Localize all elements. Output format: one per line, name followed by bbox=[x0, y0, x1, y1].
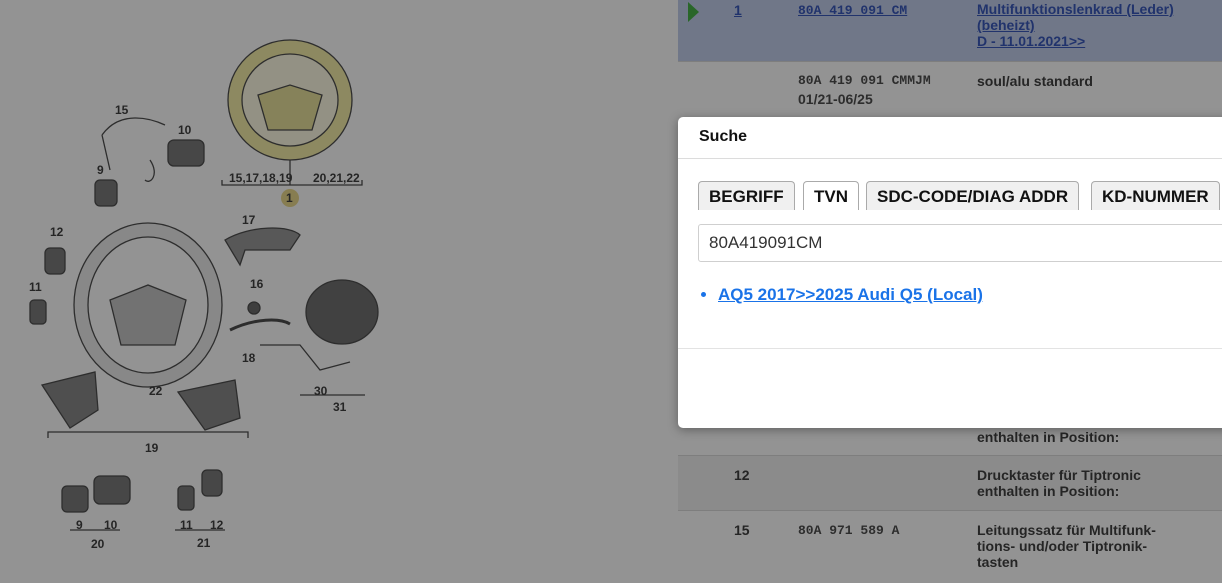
tab-begriff[interactable]: BEGRIFF bbox=[698, 181, 795, 210]
result-link[interactable]: AQ5 2017>>2025 Audi Q5 (Local) bbox=[718, 285, 983, 304]
tab-tvn[interactable]: TVN bbox=[803, 181, 859, 210]
divider bbox=[678, 348, 1222, 349]
tab-sdc-code-diag-addr[interactable]: SDC-CODE/DIAG ADDR bbox=[866, 181, 1080, 210]
list-item: AQ5 2017>>2025 Audi Q5 (Local) bbox=[718, 285, 983, 305]
search-input[interactable] bbox=[698, 224, 1222, 262]
result-list: AQ5 2017>>2025 Audi Q5 (Local) bbox=[718, 285, 983, 305]
search-dialog: Suche BEGRIFF TVN SDC-CODE/DIAG ADDR KD-… bbox=[678, 117, 1222, 428]
tab-kd-nummer[interactable]: KD-NUMMER bbox=[1091, 181, 1220, 210]
dialog-title: Suche bbox=[678, 117, 1222, 159]
